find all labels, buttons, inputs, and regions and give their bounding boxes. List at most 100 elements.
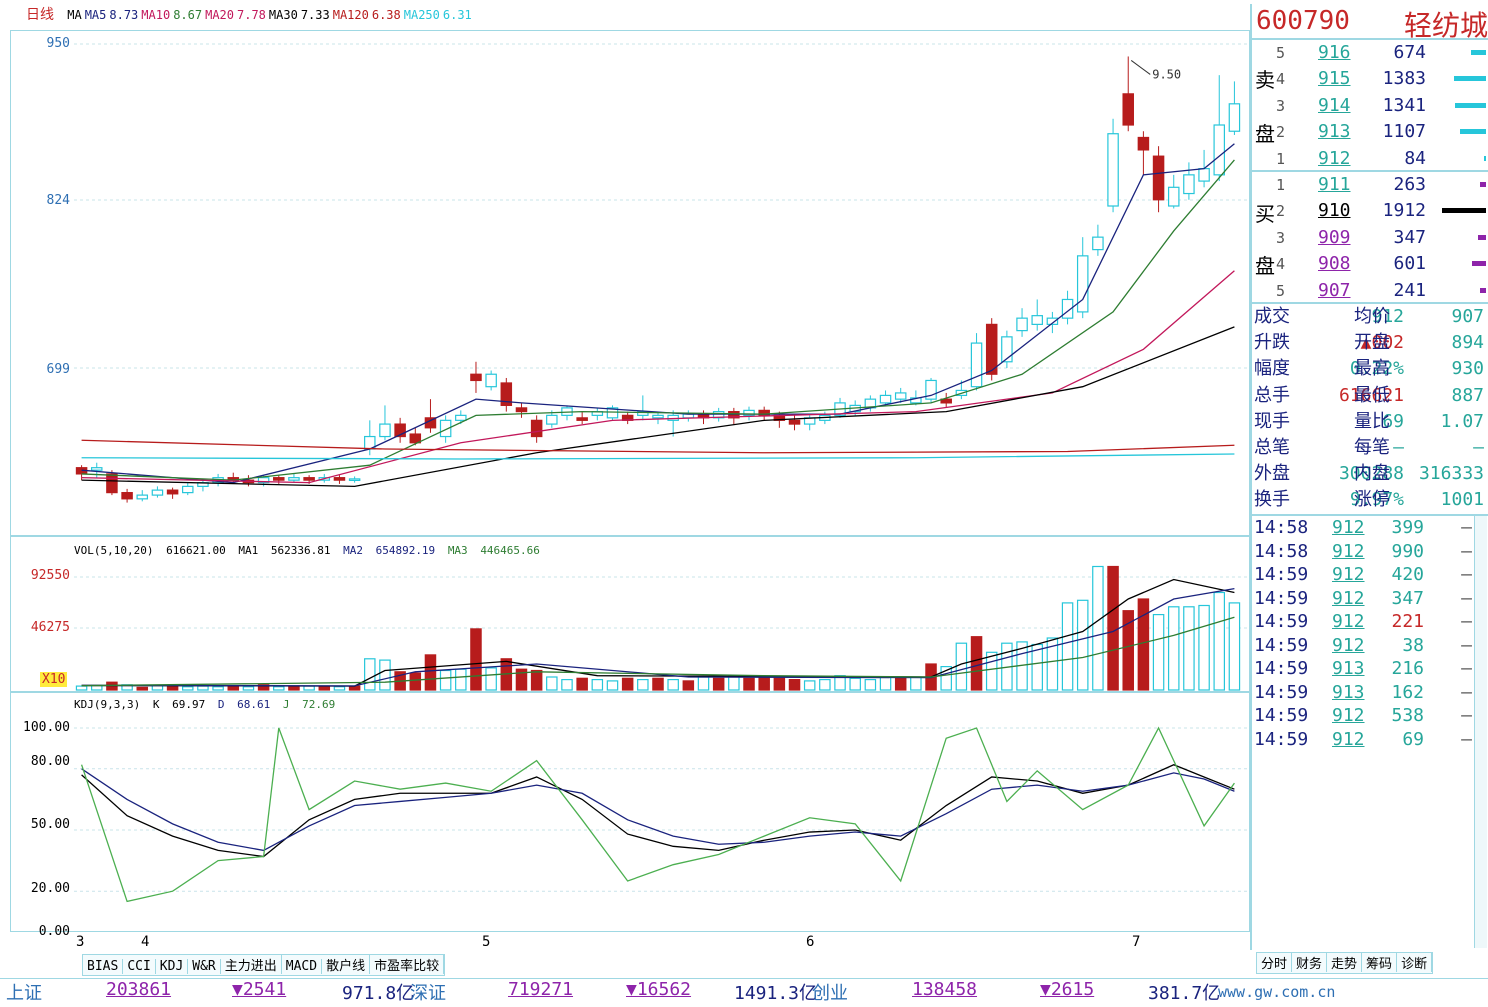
volume-bar <box>803 680 816 691</box>
sh-label[interactable]: 上证 <box>6 979 42 1005</box>
stat-label: 现手 <box>1254 410 1290 432</box>
tick-time: 14:59 <box>1254 705 1309 726</box>
tab-4[interactable]: 主力进出 <box>221 955 282 974</box>
candle-body <box>288 477 300 481</box>
candle-body <box>1016 317 1028 332</box>
volume-bar <box>1167 606 1180 691</box>
stat-label: 涨停 <box>1354 489 1390 511</box>
candle-body <box>879 394 892 404</box>
stat-row: 外盘 300288 内盘 316333 <box>1254 461 1486 487</box>
volume-bar <box>530 669 543 691</box>
order-price: 916 <box>1318 42 1351 63</box>
cy-chg: ▼2615 <box>1040 979 1095 1000</box>
cy-label[interactable]: 创业 <box>812 979 848 1005</box>
volume-bar <box>364 658 376 691</box>
high-marker-line <box>1130 60 1151 75</box>
candle-body <box>273 477 285 481</box>
order-price: 909 <box>1318 226 1351 248</box>
order-price: 912 <box>1318 147 1351 169</box>
candle-body <box>788 419 801 425</box>
volume-bar <box>591 678 604 691</box>
stat-label: 幅度 <box>1254 358 1290 380</box>
candle-body <box>1228 103 1241 132</box>
order-row[interactable]: 3 909 347 <box>1276 225 1486 251</box>
stat-value: — <box>1473 437 1484 458</box>
stat-row: 总笔 — 每笔 — <box>1254 435 1486 461</box>
tab-0[interactable]: 分时 <box>1257 953 1293 972</box>
candle-body <box>515 407 528 413</box>
volume-bar <box>379 659 391 691</box>
kdj-line-d <box>81 768 1235 852</box>
volume-bar <box>728 675 740 691</box>
tab-2[interactable]: KDJ <box>156 959 189 974</box>
order-row[interactable]: 5 907 241 <box>1276 278 1486 304</box>
sz-label[interactable]: 深证 <box>410 979 446 1005</box>
tab-6[interactable]: 散户线 <box>322 955 371 974</box>
market-status-bar: 上证 203861 ▼2541 971.8亿 深证 719271 ▼16562 … <box>0 978 1488 1007</box>
charts-svg: 9.50 <box>74 43 1248 903</box>
tick-price: 912 <box>1332 587 1365 609</box>
candle-body <box>379 423 391 438</box>
order-row[interactable]: 2 913 1107 <box>1276 119 1486 145</box>
sh-amt: 971.8亿 <box>342 983 415 1004</box>
tick-price: 913 <box>1332 658 1365 679</box>
ma-line-ma30 <box>81 326 1235 488</box>
tick-volume: 38 <box>1402 634 1424 656</box>
order-level: 2 <box>1276 202 1286 221</box>
candle-body <box>485 373 497 388</box>
volume-bar <box>1183 606 1195 691</box>
order-row[interactable]: 1 911 263 <box>1276 172 1486 198</box>
stat-row: 现手 69 量比 1.07 <box>1254 409 1486 435</box>
order-row[interactable]: 5 916 674 <box>1276 40 1486 66</box>
tick-volume: 69 <box>1402 728 1424 750</box>
order-price: 911 <box>1318 174 1351 195</box>
order-row[interactable]: 1 912 84 <box>1276 146 1486 172</box>
order-level: 1 <box>1276 149 1286 168</box>
tick-scrollbar[interactable] <box>1474 516 1487 948</box>
tick-row: 14:59 912 221 – <box>1254 610 1472 633</box>
tab-1[interactable]: 财务 <box>1292 953 1328 972</box>
order-volume: 241 <box>1393 279 1426 301</box>
tick-dash: – <box>1461 634 1472 656</box>
stat-label: 最低 <box>1354 384 1390 406</box>
tab-3[interactable]: 筹码 <box>1362 953 1398 972</box>
candle-body <box>470 373 482 382</box>
tab-3[interactable]: W&R <box>188 959 221 974</box>
stat-value: 930 <box>1451 358 1484 380</box>
tick-row: 14:59 913 216 – <box>1254 657 1472 680</box>
volume-bar <box>424 654 437 691</box>
cy-amt: 381.7亿 <box>1148 983 1221 1004</box>
sell-label: 卖 <box>1255 68 1275 92</box>
tab-4[interactable]: 诊断 <box>1397 953 1433 972</box>
order-row[interactable]: 4 908 601 <box>1276 251 1486 277</box>
volume-bar <box>864 678 877 691</box>
order-volume-bar <box>1478 234 1486 240</box>
order-volume-bar <box>1455 102 1486 108</box>
volume-bar <box>985 651 998 691</box>
sz-chg: ▼16562 <box>626 979 692 1000</box>
stat-value: 907 <box>1451 306 1484 327</box>
tab-5[interactable]: MACD <box>282 959 323 974</box>
tab-0[interactable]: BIAS <box>83 959 124 974</box>
order-level: 4 <box>1276 70 1286 89</box>
volume-ma-line-ma1 <box>81 578 1235 687</box>
candle-body <box>546 414 558 425</box>
tick-dash: – <box>1461 517 1472 538</box>
order-volume: 347 <box>1393 226 1426 248</box>
candle-body <box>1031 315 1043 325</box>
site-link[interactable]: www.gw.com.cn <box>1218 983 1335 1001</box>
ma-line-ma120 <box>81 439 1235 454</box>
tick-volume: 221 <box>1391 611 1424 632</box>
candle-body <box>166 489 179 495</box>
tab-2[interactable]: 走势 <box>1327 953 1363 972</box>
tab-1[interactable]: CCI <box>123 959 156 974</box>
side-tabs: 分时 财务 走势 筹码 诊断 <box>1256 952 1434 974</box>
candle-body <box>1152 155 1165 201</box>
tab-7[interactable]: 市盈率比较 <box>370 955 445 974</box>
candle-body <box>652 414 664 419</box>
tick-row: 14:59 913 162 – <box>1254 681 1472 704</box>
candle-body <box>576 417 588 421</box>
stat-label: 总手 <box>1254 384 1290 406</box>
tick-dash: – <box>1461 611 1472 632</box>
order-volume: 601 <box>1393 253 1426 275</box>
